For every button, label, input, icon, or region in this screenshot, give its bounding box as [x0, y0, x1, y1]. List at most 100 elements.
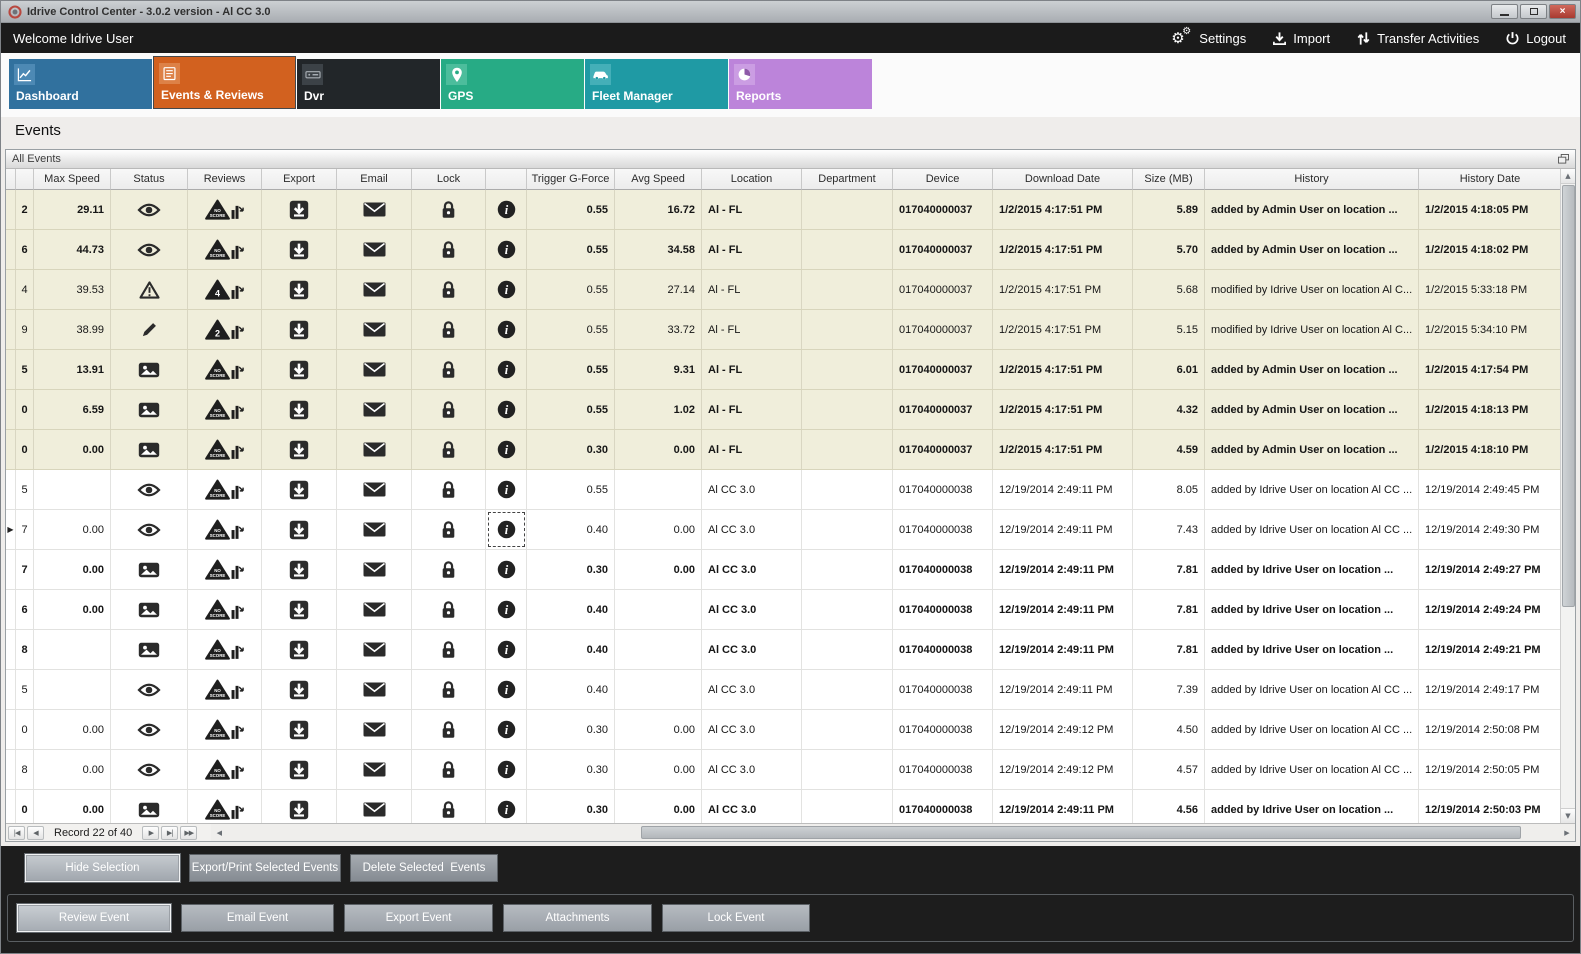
- lock-icon[interactable]: [412, 350, 486, 389]
- tab-dvr[interactable]: Dvr: [297, 59, 440, 109]
- review-score-icon[interactable]: NOSCORE: [188, 750, 262, 789]
- email-icon[interactable]: [337, 470, 412, 509]
- tab-fleet-manager[interactable]: Fleet Manager: [585, 59, 728, 109]
- info-icon[interactable]: i: [486, 230, 527, 269]
- event-row[interactable]: 439.534i0.5527.14Al - FL0170400000371/2/…: [6, 270, 1562, 310]
- column-header-status[interactable]: Status: [111, 169, 188, 190]
- tab-dashboard[interactable]: Dashboard: [9, 59, 152, 109]
- info-icon[interactable]: i: [486, 750, 527, 789]
- review-score-icon[interactable]: NOSCORE: [188, 350, 262, 389]
- event-row[interactable]: 5NOSCOREi0.40Al CC 3.001704000003812/19/…: [6, 670, 1562, 710]
- column-header-avg-speed[interactable]: Avg Speed: [615, 169, 702, 190]
- email-icon[interactable]: [337, 430, 412, 469]
- next-record-button[interactable]: ▶: [142, 826, 159, 840]
- event-row[interactable]: 06.59NOSCOREi0.551.02Al - FL017040000037…: [6, 390, 1562, 430]
- first-record-button[interactable]: |◀: [8, 826, 25, 840]
- lock-icon[interactable]: [412, 390, 486, 429]
- menu-logout[interactable]: Logout: [1505, 29, 1566, 47]
- maximize-button[interactable]: [1520, 4, 1547, 19]
- vertical-scrollbar[interactable]: ▲ ▼: [1560, 169, 1575, 823]
- menu-settings[interactable]: ⚙⚙Settings: [1171, 29, 1246, 47]
- event-row[interactable]: 229.11NOSCOREi0.5516.72Al - FL0170400000…: [6, 190, 1562, 230]
- review-score-icon[interactable]: NOSCORE: [188, 630, 262, 669]
- info-icon[interactable]: i: [486, 630, 527, 669]
- review-score-icon[interactable]: NOSCORE: [188, 390, 262, 429]
- tab-gps[interactable]: GPS: [441, 59, 584, 109]
- info-icon[interactable]: i: [486, 430, 527, 469]
- email-icon[interactable]: [337, 190, 412, 229]
- lock-icon[interactable]: [412, 710, 486, 749]
- event-row[interactable]: 513.91NOSCOREi0.559.31Al - FL01704000003…: [6, 350, 1562, 390]
- export-icon[interactable]: [262, 510, 337, 549]
- email-icon[interactable]: [337, 310, 412, 349]
- lock-icon[interactable]: [412, 550, 486, 589]
- email-icon[interactable]: [337, 630, 412, 669]
- export-icon[interactable]: [262, 270, 337, 309]
- email-icon[interactable]: [337, 550, 412, 589]
- column-header-export[interactable]: Export: [262, 169, 337, 190]
- review-score-icon[interactable]: NOSCORE: [188, 430, 262, 469]
- lock-icon[interactable]: [412, 230, 486, 269]
- column-header-device[interactable]: Device: [893, 169, 993, 190]
- attachments-button[interactable]: Attachments: [503, 904, 652, 932]
- lock-icon[interactable]: [412, 270, 486, 309]
- lock-icon[interactable]: [412, 750, 486, 789]
- hide-selection-button[interactable]: Hide Selection: [25, 854, 180, 882]
- review-score-icon[interactable]: NOSCORE: [188, 470, 262, 509]
- export-icon[interactable]: [262, 470, 337, 509]
- export-icon[interactable]: [262, 230, 337, 269]
- column-header-size-mb[interactable]: Size (MB): [1133, 169, 1205, 190]
- scroll-left-icon[interactable]: ◀: [211, 824, 227, 841]
- email-icon[interactable]: [337, 350, 412, 389]
- lock-icon[interactable]: [412, 190, 486, 229]
- scroll-down-icon[interactable]: ▼: [1561, 808, 1575, 823]
- email-event-button[interactable]: Email Event: [181, 904, 334, 932]
- column-header-lock[interactable]: Lock: [412, 169, 486, 190]
- last-record-button[interactable]: ▶|: [161, 826, 178, 840]
- info-icon[interactable]: i: [486, 590, 527, 629]
- lock-icon[interactable]: [412, 590, 486, 629]
- info-icon[interactable]: i: [486, 470, 527, 509]
- tab-reports[interactable]: Reports: [729, 59, 872, 109]
- horizontal-scroll-thumb[interactable]: [641, 826, 1521, 839]
- column-header-email[interactable]: Email: [337, 169, 412, 190]
- email-icon[interactable]: [337, 590, 412, 629]
- email-icon[interactable]: [337, 390, 412, 429]
- review-score-icon[interactable]: NOSCORE: [188, 670, 262, 709]
- export-icon[interactable]: [262, 350, 337, 389]
- email-icon[interactable]: [337, 670, 412, 709]
- column-header-info[interactable]: [486, 169, 527, 190]
- column-header-department[interactable]: Department: [802, 169, 893, 190]
- email-icon[interactable]: [337, 230, 412, 269]
- review-event-button[interactable]: Review Event: [17, 904, 171, 932]
- review-score-icon[interactable]: NOSCORE: [188, 190, 262, 229]
- email-icon[interactable]: [337, 510, 412, 549]
- lock-icon[interactable]: [412, 670, 486, 709]
- scroll-up-icon[interactable]: ▲: [1561, 169, 1575, 184]
- info-icon[interactable]: i: [486, 190, 527, 229]
- delete-selected-events-button[interactable]: Delete Selected Events: [350, 854, 498, 882]
- event-row[interactable]: 00.00NOSCOREi0.300.00Al CC 3.00170400000…: [6, 790, 1562, 823]
- column-header-history[interactable]: History: [1205, 169, 1419, 190]
- export-icon[interactable]: [262, 190, 337, 229]
- review-score-icon[interactable]: NOSCORE: [188, 230, 262, 269]
- review-score-icon[interactable]: NOSCORE: [188, 710, 262, 749]
- menu-transfer-activities[interactable]: Transfer Activities: [1356, 29, 1479, 47]
- lock-icon[interactable]: [412, 310, 486, 349]
- event-row[interactable]: 8NOSCOREi0.40Al CC 3.001704000003812/19/…: [6, 630, 1562, 670]
- column-header-max-speed[interactable]: Max Speed: [34, 169, 111, 190]
- review-score-icon[interactable]: 2: [188, 310, 262, 349]
- info-icon[interactable]: i: [486, 390, 527, 429]
- export-icon[interactable]: [262, 710, 337, 749]
- event-row[interactable]: ▶70.00NOSCOREi0.400.00Al CC 3.0017040000…: [6, 510, 1562, 550]
- event-row[interactable]: 60.00NOSCOREi0.40Al CC 3.001704000003812…: [6, 590, 1562, 630]
- export-icon[interactable]: [262, 430, 337, 469]
- column-header-download-date[interactable]: Download Date: [993, 169, 1133, 190]
- export-icon[interactable]: [262, 630, 337, 669]
- event-row[interactable]: 938.992i0.5533.72Al - FL0170400000371/2/…: [6, 310, 1562, 350]
- export-icon[interactable]: [262, 750, 337, 789]
- info-icon[interactable]: i: [486, 670, 527, 709]
- event-row[interactable]: 70.00NOSCOREi0.300.00Al CC 3.00170400000…: [6, 550, 1562, 590]
- horizontal-scrollbar[interactable]: ◀ ▶: [211, 824, 1575, 841]
- column-header-reviews[interactable]: Reviews: [188, 169, 262, 190]
